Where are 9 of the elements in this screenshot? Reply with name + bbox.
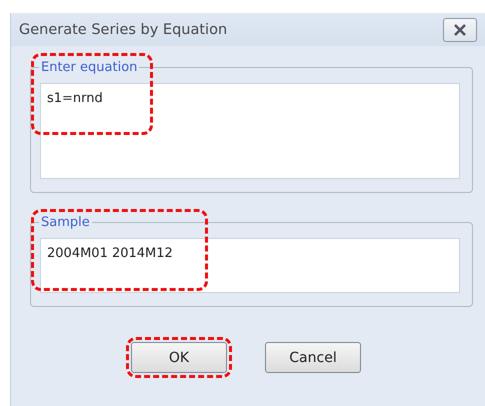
cancel-button[interactable]: Cancel (265, 342, 361, 373)
group-label: Sample (40, 215, 91, 230)
equation-field[interactable]: s1=nrnd (40, 83, 460, 179)
group-label: Enter equation (40, 60, 138, 75)
ok-button[interactable]: OK (131, 342, 227, 373)
sample-field[interactable]: 2004M01 2014M12 (40, 238, 460, 293)
close-button[interactable] (443, 18, 477, 42)
window-title: Generate Series by Equation (19, 22, 228, 38)
close-icon (453, 24, 467, 36)
